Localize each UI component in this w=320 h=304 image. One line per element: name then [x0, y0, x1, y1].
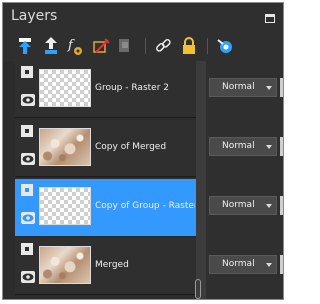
blend-controls: Normal Normal Normal Normal — [206, 61, 283, 299]
eye-icon[interactable] — [21, 94, 35, 106]
promote-layer-icon[interactable] — [115, 35, 135, 57]
new-layer-icon[interactable] — [15, 35, 35, 57]
layer-name: Group - Raster 2 — [95, 83, 169, 93]
visibility-toggle-icon[interactable] — [215, 35, 235, 57]
layer-thumbnail — [39, 187, 91, 225]
chevron-down-icon — [266, 204, 272, 208]
svg-text:f: f — [67, 38, 75, 53]
link-icon[interactable] — [153, 35, 173, 57]
toolbar-separator — [145, 38, 146, 54]
layer-row-selected[interactable]: Copy of Group - Raster 2 — [15, 179, 196, 236]
layer-row[interactable]: Merged — [15, 238, 196, 295]
layer-name: Copy of Group - Raster 2 — [95, 201, 195, 211]
eye-icon[interactable] — [21, 271, 35, 283]
blend-mode-select[interactable]: Normal — [209, 255, 277, 274]
layer-name: Merged — [95, 260, 129, 270]
chevron-down-icon — [266, 86, 272, 90]
layers-panel: Layers f Group - Raster 2 Copy of Merged… — [2, 2, 284, 300]
layer-row[interactable]: Group - Raster 2 — [15, 61, 196, 118]
layers-list: Group - Raster 2 Copy of Merged Copy of … — [3, 61, 283, 299]
layers-toolbar: f — [3, 31, 283, 61]
layer-group-icon[interactable] — [21, 66, 33, 78]
panel-title: Layers — [11, 8, 58, 24]
opacity-field[interactable] — [280, 137, 283, 156]
eye-icon[interactable] — [21, 153, 35, 165]
blend-mode-select[interactable]: Normal — [209, 196, 277, 215]
opacity-field[interactable] — [280, 255, 283, 274]
toolbar-separator — [207, 38, 208, 54]
layer-row[interactable]: Copy of Merged — [15, 120, 196, 177]
layer-group-icon[interactable] — [21, 184, 33, 196]
title-bar: Layers — [3, 3, 283, 31]
blend-mode-select[interactable]: Normal — [209, 137, 277, 156]
blend-mode-select[interactable]: Normal — [209, 78, 277, 97]
layer-thumbnail — [39, 69, 91, 107]
chevron-down-icon — [266, 145, 272, 149]
opacity-field[interactable] — [280, 196, 283, 215]
column-divider — [196, 61, 206, 299]
eye-icon[interactable] — [21, 212, 35, 224]
blend-mode-value: Normal — [222, 259, 255, 269]
lock-icon[interactable] — [179, 35, 199, 57]
chevron-down-icon — [266, 263, 272, 267]
layer-properties-icon[interactable]: f — [65, 35, 85, 57]
resize-handle[interactable] — [195, 279, 201, 299]
new-mask-icon[interactable] — [41, 35, 61, 57]
maximize-icon[interactable] — [265, 14, 275, 23]
layer-group-icon[interactable] — [21, 243, 33, 255]
layer-group-icon[interactable] — [21, 125, 33, 137]
blend-mode-value: Normal — [222, 82, 255, 92]
blend-mode-value: Normal — [222, 141, 255, 151]
layer-thumbnail — [39, 246, 91, 284]
layer-name: Copy of Merged — [95, 142, 167, 152]
opacity-field[interactable] — [280, 78, 283, 97]
layer-thumbnail — [39, 128, 91, 166]
delete-layer-icon[interactable] — [91, 35, 111, 57]
blend-mode-value: Normal — [222, 200, 255, 210]
